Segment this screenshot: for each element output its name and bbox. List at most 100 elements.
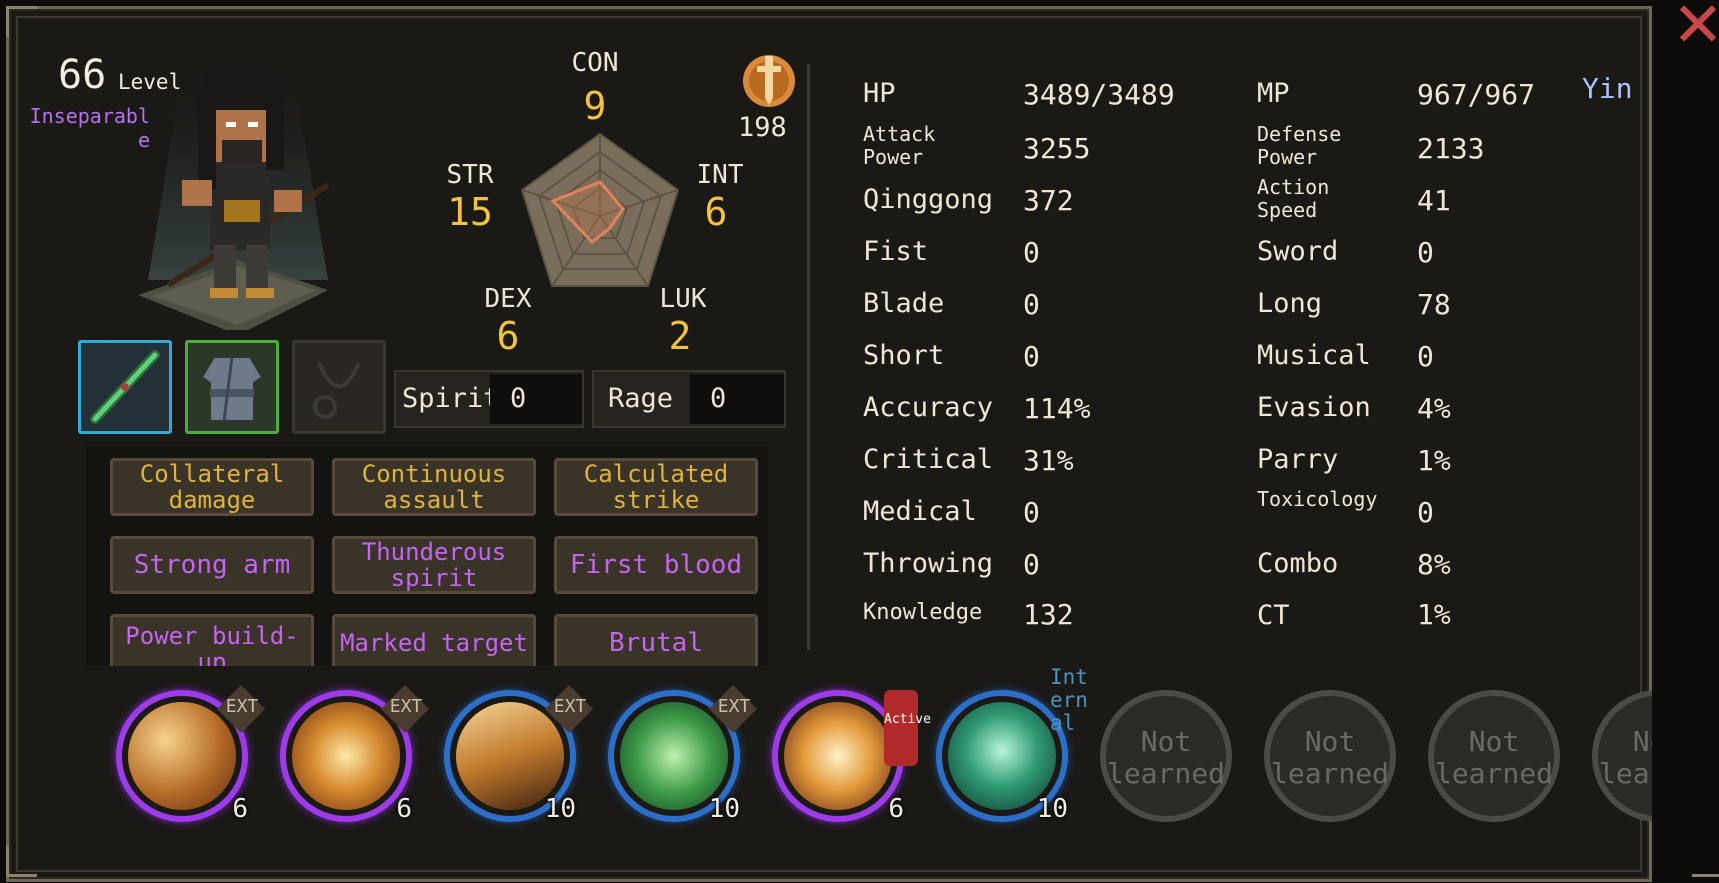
attr-value-attack-power: 3255 bbox=[1023, 132, 1091, 165]
stat-label-dex: DEX bbox=[484, 284, 532, 314]
attr-label-long: Long bbox=[1257, 288, 1323, 319]
staff-icon bbox=[90, 350, 160, 424]
trait-strong-arm[interactable]: Strong arm bbox=[110, 536, 314, 594]
trait-thunderous-spirit[interactable]: Thunderous spirit bbox=[332, 536, 536, 594]
trait-first-blood[interactable]: First blood bbox=[554, 536, 758, 594]
frame-corner-ornament bbox=[6, 846, 37, 877]
skill-level: 6 bbox=[888, 794, 904, 824]
attr-label-sword: Sword bbox=[1257, 236, 1339, 267]
active-badge: Active bbox=[884, 690, 931, 766]
frame-corner-ornament bbox=[6, 6, 37, 37]
skill-row-clip: Not learned bbox=[1590, 686, 1652, 828]
attr-label-medical: Medical bbox=[863, 496, 977, 527]
rage-bar: Rage 0 bbox=[592, 370, 786, 428]
skill-slot-3[interactable]: EXT 10 bbox=[444, 684, 594, 824]
skill-slot-empty[interactable]: Not learned bbox=[1592, 690, 1652, 822]
attr-value-evasion: 4% bbox=[1417, 392, 1451, 425]
spirit-bar: Spirit 0 bbox=[394, 370, 584, 428]
close-icon[interactable]: ✕ bbox=[1672, 0, 1719, 60]
accessory-slot[interactable] bbox=[292, 340, 386, 434]
skill-slot-empty[interactable]: Not learned bbox=[1428, 690, 1560, 822]
ext-badge: EXT bbox=[544, 684, 594, 734]
level-number: 66 bbox=[58, 52, 107, 98]
attr-value-critical: 31% bbox=[1023, 444, 1074, 477]
stat-value-dex: 6 bbox=[496, 314, 520, 358]
attr-label-hp: HP bbox=[863, 78, 896, 109]
skill-level: 6 bbox=[232, 794, 248, 824]
skill-level: 10 bbox=[544, 794, 576, 824]
skill-slot-1[interactable]: EXT 6 bbox=[116, 684, 266, 824]
ext-badge: EXT bbox=[216, 684, 266, 734]
skill-slot-2[interactable]: EXT 6 bbox=[280, 684, 430, 824]
armor-slot[interactable] bbox=[185, 340, 279, 434]
attr-value-knowledge: 132 bbox=[1023, 598, 1074, 631]
thunder-skill-icon bbox=[784, 702, 892, 810]
frame-corner-ornament bbox=[1692, 846, 1719, 877]
robe-icon bbox=[200, 356, 264, 422]
attr-value-qinggong: 372 bbox=[1023, 184, 1074, 217]
sword-medal-icon bbox=[743, 55, 795, 107]
attr-value-short: 0 bbox=[1023, 340, 1040, 373]
attr-value-toxicology: 0 bbox=[1417, 496, 1434, 529]
traits-list[interactable]: Collateral damage Continuous assault Cal… bbox=[86, 446, 768, 666]
attr-label-mp: MP bbox=[1257, 78, 1290, 109]
skill-level: 10 bbox=[1036, 794, 1068, 824]
attr-value-fist: 0 bbox=[1023, 236, 1040, 269]
attr-label-defense-power: Defense Power bbox=[1257, 122, 1342, 169]
weapon-slot[interactable] bbox=[78, 340, 172, 434]
stat-label-int: INT bbox=[696, 160, 744, 190]
trait-calculated-strike[interactable]: Calculated strike bbox=[554, 458, 758, 516]
spirit-label: Spirit bbox=[402, 383, 500, 414]
attr-value-long: 78 bbox=[1417, 288, 1451, 321]
panel-divider bbox=[807, 64, 810, 650]
attr-label-action-speed: Action Speed bbox=[1257, 175, 1330, 222]
medal-value: 198 bbox=[738, 112, 787, 143]
stat-value-con: 9 bbox=[583, 84, 607, 128]
alignment-label: Yin bbox=[1582, 72, 1633, 105]
character-portrait bbox=[138, 60, 338, 335]
ext-badge: EXT bbox=[380, 684, 430, 734]
skill-slot-6[interactable]: 10 bbox=[936, 690, 1068, 824]
attr-value-medical: 0 bbox=[1023, 496, 1040, 529]
stat-label-luk: LUK bbox=[659, 284, 707, 314]
attr-value-parry: 1% bbox=[1417, 444, 1451, 477]
attr-value-throwing: 0 bbox=[1023, 548, 1040, 581]
trait-marked-target[interactable]: Marked target bbox=[332, 614, 536, 666]
attr-value-defense-power: 2133 bbox=[1417, 132, 1485, 165]
attr-label-musical: Musical bbox=[1257, 340, 1371, 371]
attr-value-accuracy: 114% bbox=[1023, 392, 1091, 425]
necklace-icon bbox=[313, 362, 361, 419]
trait-continuous-assault[interactable]: Continuous assault bbox=[332, 458, 536, 516]
stat-value-int: 6 bbox=[704, 190, 728, 234]
character-title: Inseparable bbox=[29, 104, 150, 152]
skill-level: 10 bbox=[708, 794, 740, 824]
attr-label-combo: Combo bbox=[1257, 548, 1339, 579]
attr-value-blade: 0 bbox=[1023, 288, 1040, 321]
trait-power-build-up[interactable]: Power build-up bbox=[110, 614, 314, 666]
rage-label: Rage bbox=[608, 383, 674, 414]
stat-label-str: STR bbox=[446, 160, 494, 190]
attr-label-attack-power: Attack Power bbox=[863, 122, 936, 169]
attr-label-accuracy: Accuracy bbox=[863, 392, 994, 423]
skill-slot-empty[interactable]: Not learned bbox=[1264, 690, 1396, 822]
attr-value-musical: 0 bbox=[1417, 340, 1434, 373]
skill-slot-4[interactable]: EXT 10 bbox=[608, 684, 758, 824]
attr-label-critical: Critical bbox=[863, 444, 994, 475]
stat-radar-chart bbox=[520, 132, 680, 287]
attr-label-short: Short bbox=[863, 340, 945, 371]
stat-label-con: CON bbox=[571, 48, 619, 78]
attr-label-ct: CT bbox=[1257, 600, 1290, 631]
attr-value-action-speed: 41 bbox=[1417, 184, 1451, 217]
spirit-value: 0 bbox=[490, 374, 582, 424]
rage-value: 0 bbox=[690, 374, 784, 424]
attr-label-qinggong: Qinggong bbox=[863, 184, 994, 215]
attr-label-evasion: Evasion bbox=[1257, 392, 1371, 423]
attr-label-fist: Fist bbox=[863, 236, 929, 267]
attr-value-mp: 967/967 bbox=[1417, 78, 1536, 111]
skill-slot-empty[interactable]: Not learned bbox=[1100, 690, 1232, 822]
attr-value-combo: 8% bbox=[1417, 548, 1451, 581]
skill-level: 6 bbox=[396, 794, 412, 824]
attr-value-hp: 3489/3489 bbox=[1023, 78, 1175, 111]
trait-collateral-damage[interactable]: Collateral damage bbox=[110, 458, 314, 516]
trait-brutal[interactable]: Brutal bbox=[554, 614, 758, 666]
